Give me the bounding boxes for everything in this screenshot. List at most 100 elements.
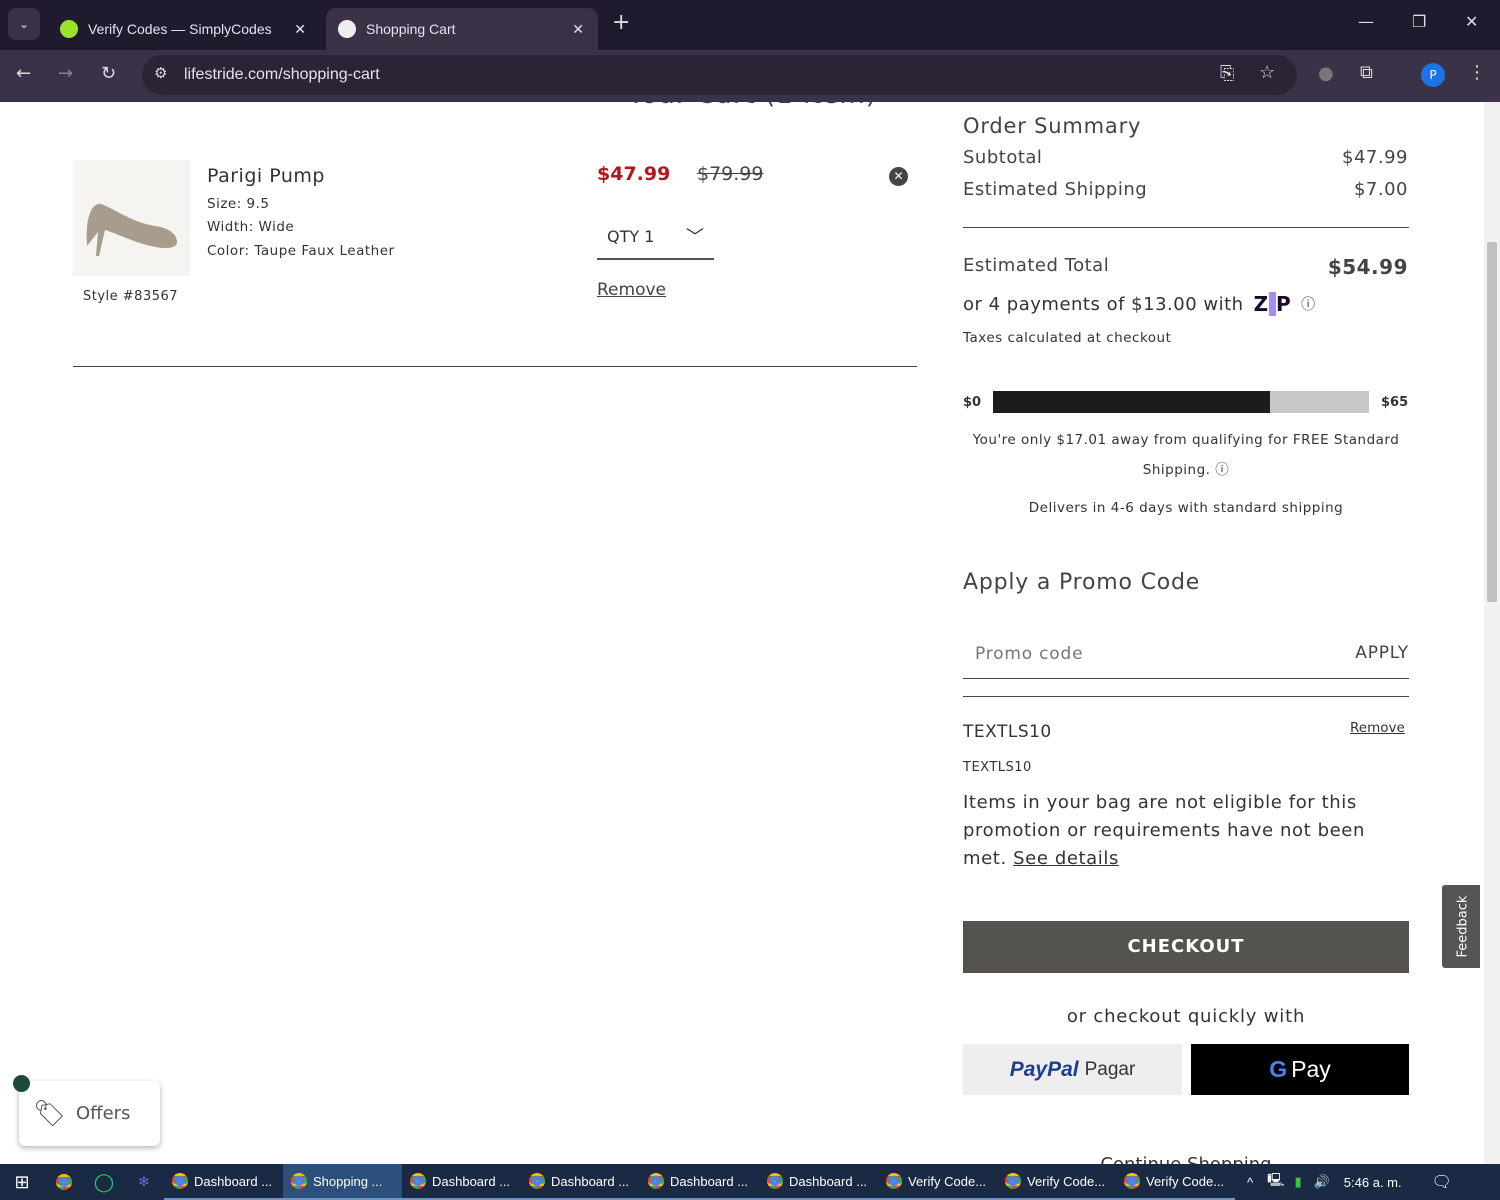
tab-shopping-cart[interactable]: Shopping Cart ✕	[326, 8, 598, 50]
divider	[73, 366, 917, 367]
volume-icon[interactable]: 🔊	[1314, 1174, 1330, 1190]
simplycodes-favicon	[60, 20, 78, 38]
shoe-image	[86, 203, 177, 256]
google-g-icon: G	[1269, 1056, 1288, 1082]
google-pay-button[interactable]: G Pay	[1191, 1044, 1409, 1095]
site-settings-icon[interactable]: ⚙	[154, 64, 167, 82]
promo-field: APPLY	[963, 632, 1409, 679]
zip-logo: ZiP	[1253, 292, 1292, 316]
back-icon[interactable]: ←	[16, 63, 31, 84]
close-tab-icon[interactable]: ✕	[572, 21, 584, 38]
translate-icon[interactable]: ⎘	[1220, 63, 1234, 84]
chrome-icon	[291, 1173, 307, 1189]
subtotal-row: Subtotal $47.99	[963, 147, 1408, 168]
quick-checkout-label: or checkout quickly with	[1066, 1006, 1306, 1027]
divider	[963, 696, 1409, 697]
reload-icon[interactable]: ↻	[101, 63, 116, 84]
product-color: Color: Taupe Faux Leather	[207, 243, 395, 259]
app-icon[interactable]: ✻	[124, 1174, 164, 1190]
taskbar-item[interactable]: Dashboard ...	[759, 1164, 878, 1200]
zip-installments: or 4 payments of $13.00 with ZiP ⓘ	[963, 292, 1316, 316]
network-icon[interactable]: 🖳	[1267, 1171, 1284, 1193]
clock[interactable]: 5:46 a. m.	[1344, 1175, 1402, 1190]
tab-search-button[interactable]: ⌄	[8, 8, 40, 40]
page-scrollbar[interactable]	[1484, 102, 1500, 1164]
menu-icon[interactable]: ⋮	[1468, 62, 1486, 83]
divider	[963, 227, 1409, 228]
chrome-icon	[886, 1173, 902, 1189]
taskbar-item[interactable]: Dashboard ...	[164, 1164, 283, 1200]
product-image[interactable]	[73, 160, 190, 276]
remove-item-icon[interactable]: ✕	[889, 167, 908, 186]
minimize-button[interactable]: —	[1358, 12, 1374, 31]
battery-icon: ▮	[1294, 1174, 1302, 1189]
continue-shopping-link[interactable]: Continue Shopping	[963, 1154, 1409, 1164]
sale-price: $47.99	[597, 163, 671, 185]
taskbar-item[interactable]: Shopping ...	[283, 1164, 402, 1200]
feedback-tab[interactable]: Feedback	[1441, 884, 1481, 969]
promo-code-input[interactable]	[963, 632, 1323, 676]
paypal-logo: PayPal	[1009, 1057, 1079, 1081]
promo-title: Apply a Promo Code	[963, 570, 1201, 595]
extensions-puzzle-icon[interactable]: ⧉	[1360, 62, 1373, 83]
browser-toolbar: ← → ↻ ⚙ lifestride.com/shopping-cart ⎘ ☆ …	[0, 50, 1500, 102]
apply-button[interactable]: APPLY	[1355, 643, 1409, 663]
chrome-icon	[767, 1173, 783, 1189]
chrome-icon	[172, 1173, 188, 1189]
close-tab-icon[interactable]: ✕	[294, 21, 306, 38]
offers-widget[interactable]: 🏷 Offers	[19, 1081, 160, 1146]
notifications-icon[interactable]: 🗨	[1432, 1172, 1452, 1192]
checkout-button[interactable]: CHECKOUT	[963, 921, 1409, 973]
progress-max: $65	[1381, 395, 1409, 410]
windows-start-icon[interactable]: ⊞	[0, 1172, 44, 1193]
notification-dot	[13, 1075, 30, 1092]
page-content: Your Cart (1 item) Style #83567 Parigi P…	[0, 102, 1484, 1164]
profile-avatar[interactable]: P	[1421, 63, 1445, 87]
quantity-select[interactable]: QTY 1 ﹀	[597, 214, 714, 260]
applied-code-small: TEXTLS10	[963, 760, 1032, 775]
taskbar: ⊞ ◯ ✻ Dashboard ... Shopping ... Dashboard…	[0, 1164, 1500, 1200]
chrome-icon	[1124, 1173, 1140, 1189]
chrome-icon	[529, 1173, 545, 1189]
scrollbar-thumb[interactable]	[1487, 242, 1497, 602]
remove-link[interactable]: Remove	[597, 280, 666, 300]
chrome-icon	[410, 1173, 426, 1189]
chrome-icon	[1005, 1173, 1021, 1189]
new-tab-button[interactable]: +	[612, 10, 630, 35]
applied-code: TEXTLS10	[963, 722, 1052, 742]
product-width: Width: Wide	[207, 219, 295, 235]
forward-icon[interactable]: →	[58, 63, 73, 84]
taxes-note: Taxes calculated at checkout	[963, 330, 1172, 346]
taskbar-item[interactable]: Dashboard ...	[640, 1164, 759, 1200]
remove-promo-link[interactable]: Remove	[1350, 720, 1405, 736]
whatsapp-icon[interactable]: ◯	[84, 1172, 124, 1193]
chevron-down-icon: ﹀	[686, 227, 704, 248]
taskbar-item[interactable]: Verify Code...	[878, 1164, 997, 1200]
taskbar-item[interactable]: Dashboard ...	[402, 1164, 521, 1200]
taskbar-item[interactable]: Verify Code...	[1116, 1164, 1235, 1200]
product-name[interactable]: Parigi Pump	[207, 165, 325, 187]
restore-button[interactable]: ❐	[1412, 12, 1426, 31]
lifestride-favicon	[338, 20, 356, 38]
extension-icon[interactable]: ●	[1318, 63, 1334, 84]
total-row: Estimated Total $54.99	[963, 255, 1408, 279]
info-icon[interactable]: ⓘ	[1215, 462, 1229, 478]
tab-strip: ⌄ Verify Codes — SimplyCodes ✕ Shopping C…	[0, 0, 1500, 50]
tab-verify-codes[interactable]: Verify Codes — SimplyCodes ✕	[48, 8, 320, 50]
promo-error: Items in your bag are not eligible for t…	[963, 792, 1365, 869]
order-summary-title: Order Summary	[963, 114, 1142, 138]
bookmark-star-icon[interactable]: ☆	[1259, 62, 1275, 83]
chrome-icon	[648, 1173, 664, 1189]
tag-icon: 🏷	[33, 1098, 67, 1129]
taskbar-item[interactable]: Dashboard ...	[521, 1164, 640, 1200]
progress-fill	[993, 391, 1271, 413]
paypal-button[interactable]: PayPal Pagar	[963, 1044, 1182, 1095]
info-icon[interactable]: ⓘ	[1301, 294, 1316, 314]
chrome-icon[interactable]	[44, 1174, 84, 1190]
tray-chevron-icon[interactable]: ^	[1247, 1175, 1253, 1190]
address-bar[interactable]: ⚙ lifestride.com/shopping-cart ⎘ ☆	[142, 55, 1297, 95]
see-details-link[interactable]: See details	[1013, 848, 1119, 869]
taskbar-item[interactable]: Verify Code...	[997, 1164, 1116, 1200]
close-window-button[interactable]: ✕	[1465, 12, 1478, 31]
free-shipping-message: You're only $17.01 away from qualifying …	[972, 432, 1400, 478]
